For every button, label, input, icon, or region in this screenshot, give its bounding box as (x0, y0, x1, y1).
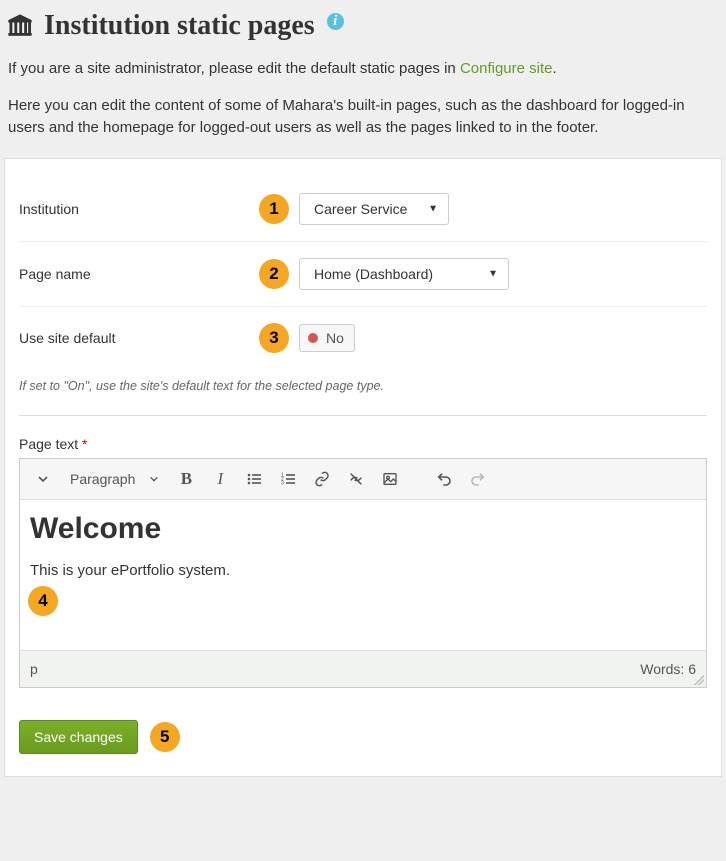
institution-select-value: Career Service (314, 201, 407, 217)
institution-select[interactable]: Career Service ▼ (299, 193, 449, 225)
bullet-list-icon[interactable] (239, 465, 269, 493)
editor-path: p (30, 661, 38, 677)
editor-heading: Welcome (30, 512, 696, 546)
annotation-badge-1: 1 (259, 194, 289, 224)
intro-line1: If you are a site administrator, please … (6, 58, 720, 81)
unlink-icon[interactable] (341, 465, 371, 493)
resize-handle-icon[interactable] (694, 675, 704, 685)
annotation-badge-5: 5 (150, 722, 180, 752)
undo-icon[interactable] (429, 465, 459, 493)
chevron-down-icon: ▼ (428, 203, 438, 214)
editor-paragraph: This is your ePortfolio system. (30, 562, 696, 579)
page-name-select-value: Home (Dashboard) (314, 266, 433, 282)
intro-line2: Here you can edit the content of some of… (6, 95, 720, 140)
row-use-site-default: Use site default 3 No (19, 307, 707, 369)
page-title: Institution static pages i (6, 10, 720, 42)
label-page-name: Page name (19, 266, 259, 282)
form-panel: Institution 1 Career Service ▼ Page name… (4, 158, 722, 777)
svg-text:3: 3 (281, 480, 284, 486)
label-use-site-default: Use site default (19, 330, 259, 346)
intro-suffix: . (553, 60, 557, 77)
institution-icon (6, 12, 34, 40)
use-site-default-toggle[interactable]: No (299, 324, 355, 352)
numbered-list-icon[interactable]: 123 (273, 465, 303, 493)
editor-footer: p Words: 6 (20, 650, 706, 687)
italic-icon[interactable]: I (205, 465, 235, 493)
annotation-badge-3: 3 (259, 323, 289, 353)
configure-site-link[interactable]: Configure site (460, 60, 553, 77)
link-icon[interactable] (307, 465, 337, 493)
toolbar-menu-icon[interactable] (28, 465, 58, 493)
editor-content[interactable]: Welcome This is your ePortfolio system. … (20, 500, 706, 650)
editor-toolbar: Paragraph B I 123 (20, 459, 706, 500)
annotation-badge-2: 2 (259, 259, 289, 289)
intro-text: If you are a site administrator, please … (8, 60, 460, 77)
required-mark: * (82, 436, 87, 452)
page-name-select[interactable]: Home (Dashboard) ▼ (299, 258, 509, 290)
editor-word-count: Words: 6 (640, 661, 696, 677)
bold-icon[interactable]: B (171, 465, 201, 493)
page-title-text: Institution static pages (44, 10, 315, 42)
page-text-label-text: Page text (19, 436, 78, 452)
format-select[interactable]: Paragraph (62, 467, 167, 491)
toggle-label: No (326, 330, 344, 346)
help-text: If set to "On", use the site's default t… (19, 369, 707, 416)
row-institution: Institution 1 Career Service ▼ (19, 177, 707, 242)
row-page-name: Page name 2 Home (Dashboard) ▼ (19, 242, 707, 307)
chevron-down-icon (149, 474, 159, 484)
info-icon[interactable]: i (327, 13, 344, 30)
label-institution: Institution (19, 201, 259, 217)
redo-icon[interactable] (463, 465, 493, 493)
rich-text-editor: Paragraph B I 123 (19, 458, 707, 688)
toggle-off-indicator-icon (308, 333, 318, 343)
annotation-badge-4: 4 (28, 586, 58, 616)
save-row: Save changes 5 (19, 692, 707, 754)
save-button[interactable]: Save changes (19, 720, 138, 754)
label-page-text: Page text * (19, 436, 707, 452)
format-select-value: Paragraph (70, 471, 135, 487)
chevron-down-icon: ▼ (488, 268, 498, 279)
image-icon[interactable] (375, 465, 405, 493)
